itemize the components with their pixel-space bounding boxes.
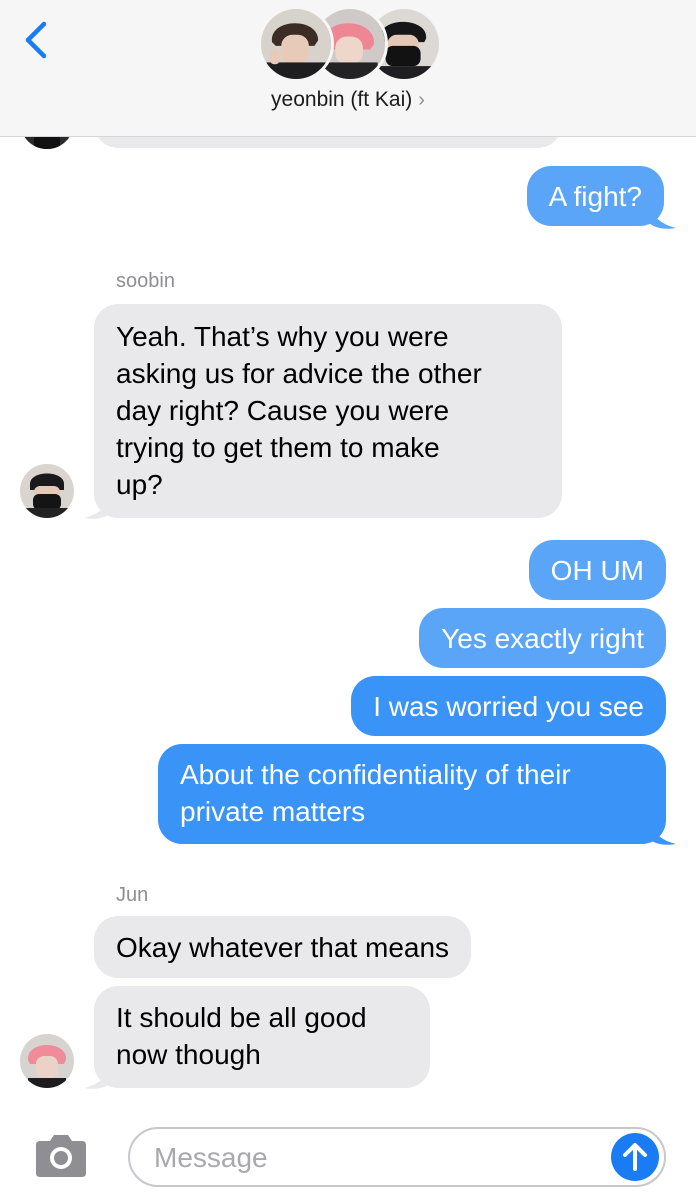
message-line: Yeah. That’s why you were (116, 321, 449, 352)
sender-name: soobin (116, 270, 175, 292)
arrow-up-icon (623, 1143, 647, 1171)
sender-name: Jun (116, 884, 149, 906)
message-line: About the confidentiality of their (180, 759, 571, 790)
avatar-jun (20, 1034, 74, 1088)
message-line: up? (116, 469, 163, 500)
incoming-message[interactable]: Yeah. That’s why you were asking us for … (94, 304, 562, 518)
compose-bar (0, 1110, 696, 1200)
message-field[interactable] (128, 1127, 666, 1187)
message-text: I was worried you see (373, 691, 644, 722)
message-line: trying to get them to make (116, 432, 440, 463)
bubble-tail (84, 492, 112, 519)
outgoing-message[interactable]: OH UM (528, 540, 666, 600)
incoming-message[interactable]: Okay whatever that means (94, 916, 472, 978)
message-input[interactable] (154, 1139, 614, 1177)
camera-button[interactable] (32, 1133, 90, 1179)
bubble-tail (648, 818, 676, 845)
back-button[interactable] (14, 18, 58, 62)
chevron-left-icon (25, 21, 47, 59)
send-button[interactable] (611, 1133, 659, 1181)
conversation-header: yeonbin (ft Kai) › (0, 0, 696, 137)
message-thread[interactable]: A fight? soobin Yeah. That’s why you wer… (0, 0, 696, 1110)
message-text: OH UM (550, 555, 644, 586)
bubble-tail (84, 1062, 112, 1089)
message-line: It should be all good (116, 1002, 367, 1033)
message-line: day right? Cause you were (116, 395, 450, 426)
outgoing-message[interactable]: A fight? (526, 166, 664, 226)
message-text: Yes exactly right (441, 623, 644, 654)
message-line: now though (116, 1039, 261, 1070)
message-text: A fight? (548, 181, 642, 212)
outgoing-message[interactable]: About the confidentiality of their priva… (158, 744, 666, 844)
conversation-title-text: yeonbin (ft Kai) (271, 88, 413, 111)
avatar-soobin (20, 464, 74, 518)
message-text: Okay whatever that means (116, 932, 450, 963)
camera-icon (36, 1135, 86, 1177)
outgoing-message[interactable]: Yes exactly right (419, 608, 666, 668)
outgoing-message[interactable]: I was worried you see (351, 676, 666, 736)
message-line: private matters (180, 796, 366, 827)
group-avatars[interactable] (258, 6, 442, 82)
bubble-tail (648, 202, 676, 229)
message-line: asking us for advice the other (116, 358, 482, 389)
conversation-title[interactable]: yeonbin (ft Kai) › (0, 88, 696, 112)
incoming-message[interactable]: It should be all good now though (94, 986, 430, 1088)
chevron-right-icon: › (418, 89, 425, 111)
avatar (258, 6, 334, 82)
